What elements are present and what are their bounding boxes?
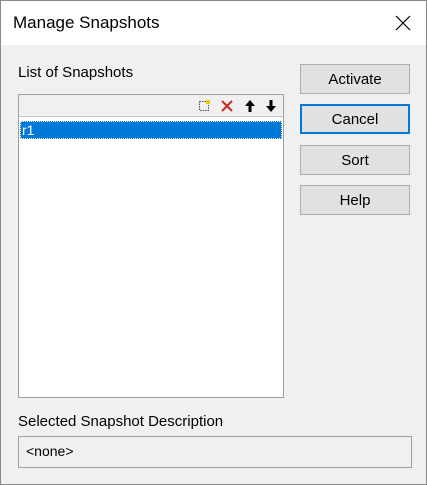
move-up-button[interactable] [241, 97, 259, 114]
list-toolbar [19, 95, 283, 117]
arrow-up-icon [245, 99, 255, 112]
dialog-title: Manage Snapshots [13, 13, 160, 32]
cancel-button[interactable]: Cancel [300, 104, 410, 134]
snapshot-list-panel: r1 [18, 94, 284, 398]
close-icon [395, 15, 411, 31]
snapshot-list[interactable]: r1 [19, 117, 283, 397]
list-label: List of Snapshots [18, 64, 134, 81]
help-button[interactable]: Help [300, 185, 410, 215]
activate-button[interactable]: Activate [300, 64, 410, 94]
delete-icon [221, 99, 233, 112]
manage-snapshots-dialog: Manage Snapshots List of Snapshots r1 Ac… [0, 0, 427, 485]
sort-button[interactable]: Sort [300, 145, 410, 175]
description-label: Selected Snapshot Description [18, 413, 224, 430]
list-item[interactable]: r1 [20, 121, 282, 139]
title-bar: Manage Snapshots [1, 1, 426, 45]
close-button[interactable] [380, 1, 426, 45]
description-field: <none> [18, 436, 412, 468]
delete-snapshot-button[interactable] [218, 97, 236, 114]
new-item-icon [199, 99, 210, 111]
new-snapshot-button[interactable] [195, 97, 213, 114]
arrow-down-icon [266, 99, 276, 112]
move-down-button[interactable] [262, 97, 280, 114]
